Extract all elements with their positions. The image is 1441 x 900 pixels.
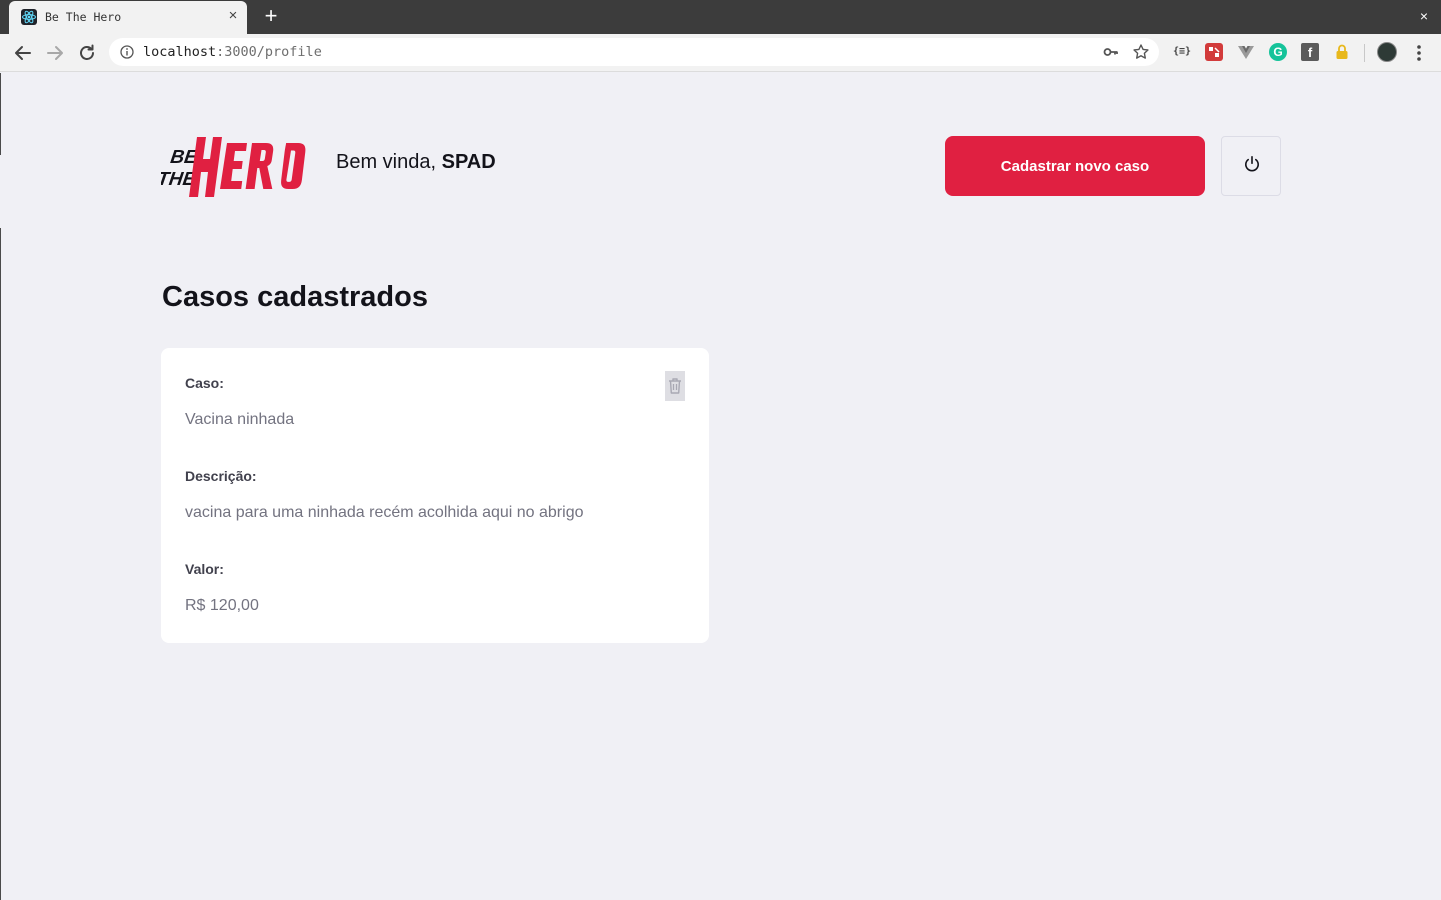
page-viewport: BE THE Bem vinda, SPAD Cadastrar novo ca… (0, 73, 1441, 900)
browser-tab[interactable]: Be The Hero × (9, 1, 247, 34)
lock-extension-icon[interactable] (1333, 43, 1351, 61)
trash-icon (669, 378, 681, 394)
window-edge-gap (0, 155, 1, 228)
reload-icon[interactable] (75, 41, 99, 65)
url-text[interactable]: localhost:3000/profile (143, 44, 322, 60)
case-label: Caso: (185, 375, 224, 391)
case-title: Vacina ninhada (185, 411, 295, 428)
greeting-text: Bem vinda, SPAD (336, 151, 496, 174)
page-title: Casos cadastrados (162, 281, 428, 313)
case-card: Caso: Vacina ninhada Descrição: vacina p… (161, 348, 709, 643)
delete-case-button[interactable] (665, 371, 685, 401)
browser-tabstrip: Be The Hero × + × (0, 0, 1441, 34)
url-host: localhost (143, 44, 217, 60)
url-path: :3000/profile (216, 44, 322, 60)
json-viewer-extension-icon[interactable]: {≡} (1173, 43, 1191, 61)
window-close-icon[interactable]: × (1415, 6, 1433, 26)
facebook-icon[interactable]: f (1301, 43, 1319, 61)
greeting-prefix: Bem vinda, (336, 151, 442, 173)
logout-button[interactable] (1221, 136, 1281, 196)
react-favicon-icon (21, 9, 37, 25)
power-icon (1245, 156, 1259, 172)
bookmark-star-icon[interactable] (1132, 43, 1150, 61)
vue-devtools-icon[interactable] (1237, 43, 1255, 61)
toolbar-separator (1364, 44, 1365, 62)
site-info-icon[interactable] (120, 45, 134, 59)
case-value: R$ 120,00 (185, 597, 259, 614)
key-icon[interactable] (1103, 44, 1119, 60)
red-extension-icon[interactable] (1205, 43, 1223, 61)
address-bar[interactable]: localhost:3000/profile (109, 38, 1159, 66)
back-arrow-icon[interactable] (11, 41, 35, 65)
forward-arrow-icon[interactable] (43, 41, 67, 65)
value-label: Valor: (185, 561, 224, 577)
ong-name: SPAD (441, 151, 496, 173)
tab-title: Be The Hero (45, 10, 122, 24)
browser-toolbar: localhost:3000/profile {≡} G f (0, 34, 1441, 72)
grammarly-icon[interactable]: G (1269, 43, 1287, 61)
new-tab-icon[interactable]: + (259, 5, 283, 29)
be-the-hero-logo: BE THE (161, 137, 306, 197)
tab-close-icon[interactable]: × (225, 8, 241, 24)
description-label: Descrição: (185, 468, 257, 484)
profile-avatar[interactable] (1377, 42, 1397, 62)
new-case-button[interactable]: Cadastrar novo caso (945, 136, 1205, 196)
browser-menu-icon[interactable] (1410, 42, 1428, 64)
case-description: vacina para uma ninhada recém acolhida a… (185, 504, 584, 521)
